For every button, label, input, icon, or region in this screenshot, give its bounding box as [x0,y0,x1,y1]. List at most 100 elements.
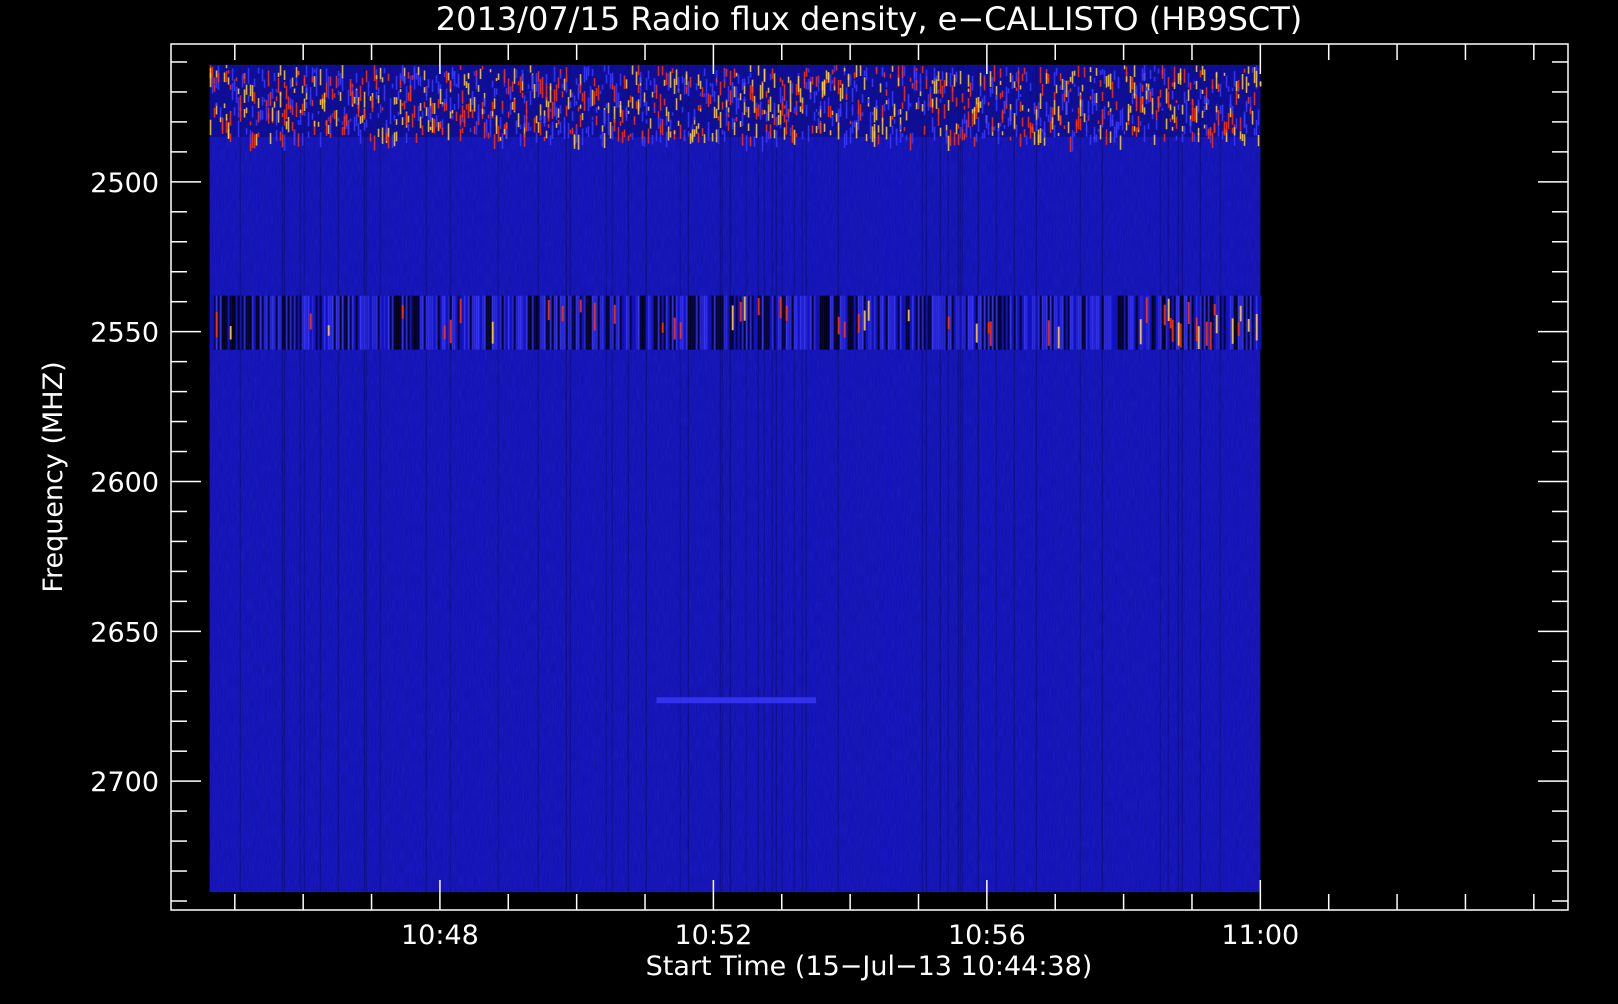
burst-mark [585,67,588,81]
burst-mark [691,129,694,140]
burst-mark [929,93,932,108]
burst-mark [543,115,546,127]
band-streak [553,295,556,350]
burst-mark [1147,90,1150,103]
band-streak [1155,295,1158,350]
burst-mark [735,86,738,102]
noise-streak [757,64,759,893]
burst-mark [871,126,874,143]
burst-mark [275,96,278,101]
burst-mark [327,325,330,336]
band-streak [1083,295,1086,350]
burst-mark [1089,96,1092,100]
burst-mark [405,112,408,126]
band-streak [351,295,354,350]
burst-mark [983,95,986,105]
burst-mark [477,112,480,122]
band-streak [233,295,236,350]
band-streak [603,295,606,350]
band-streak [259,295,262,350]
burst-mark [341,126,344,136]
noise-streak [939,64,941,893]
burst-mark [781,96,784,102]
burst-mark [269,132,272,144]
band-streak [823,295,826,350]
burst-mark [893,107,896,116]
burst-mark [551,101,554,119]
burst-mark [785,119,788,135]
burst-mark [535,76,538,92]
burst-mark [559,122,562,134]
band-streak [1235,295,1238,350]
burst-mark [403,100,406,110]
burst-mark [601,131,604,147]
burst-mark [921,66,924,74]
burst-mark [607,102,610,114]
noise-streak [963,64,965,893]
burst-mark [361,77,364,85]
burst-mark [811,125,814,134]
band-streak [825,295,828,350]
noise-streak [617,64,619,893]
noise-streak [901,64,903,893]
burst-mark [685,86,688,94]
band-streak [587,295,590,350]
noise-streak [417,64,419,893]
noise-streak [961,64,963,893]
burst-mark [883,103,886,112]
burst-mark [251,105,254,118]
burst-mark [769,96,772,112]
burst-mark [509,102,512,115]
burst-mark [1065,80,1068,98]
band-streak [969,295,972,350]
burst-mark [397,111,400,116]
burst-mark [431,117,434,133]
band-streak [1093,295,1096,350]
burst-mark [311,100,314,107]
band-streak [669,295,672,350]
burst-mark [521,69,524,82]
band-streak [927,295,930,350]
band-streak [375,295,378,350]
band-streak [795,295,798,350]
burst-mark [1201,110,1204,118]
band-streak [1053,295,1056,350]
burst-mark [579,84,582,94]
burst-mark [315,80,318,97]
burst-mark [655,84,658,99]
burst-mark [961,93,964,103]
burst-mark [245,84,248,95]
burst-mark [1063,79,1066,94]
band-streak [345,295,348,350]
band-streak [1211,295,1214,350]
burst-mark [293,88,296,93]
burst-mark [1171,90,1174,100]
burst-mark [819,101,822,110]
burst-mark [1167,76,1170,90]
burst-mark [303,75,306,87]
burst-mark [1109,131,1112,143]
band-streak [677,295,680,350]
burst-mark [1193,80,1196,85]
burst-mark [577,106,580,112]
burst-mark [1021,104,1024,111]
band-streak [1015,295,1018,350]
band-streak [887,295,890,350]
burst-mark [1249,106,1252,115]
noise-streak [977,64,979,893]
burst-mark [1051,117,1054,130]
noise-streak [771,64,773,893]
burst-mark [821,82,824,98]
burst-mark [1233,127,1236,136]
band-streak [789,295,792,350]
burst-mark [973,108,976,125]
burst-mark [659,118,662,126]
burst-mark [307,112,310,127]
burst-mark [549,108,552,112]
burst-mark [679,322,682,339]
band-streak [365,295,368,350]
burst-mark [1131,76,1134,90]
band-streak [317,295,320,350]
burst-mark [1207,130,1210,135]
burst-mark [757,104,760,117]
